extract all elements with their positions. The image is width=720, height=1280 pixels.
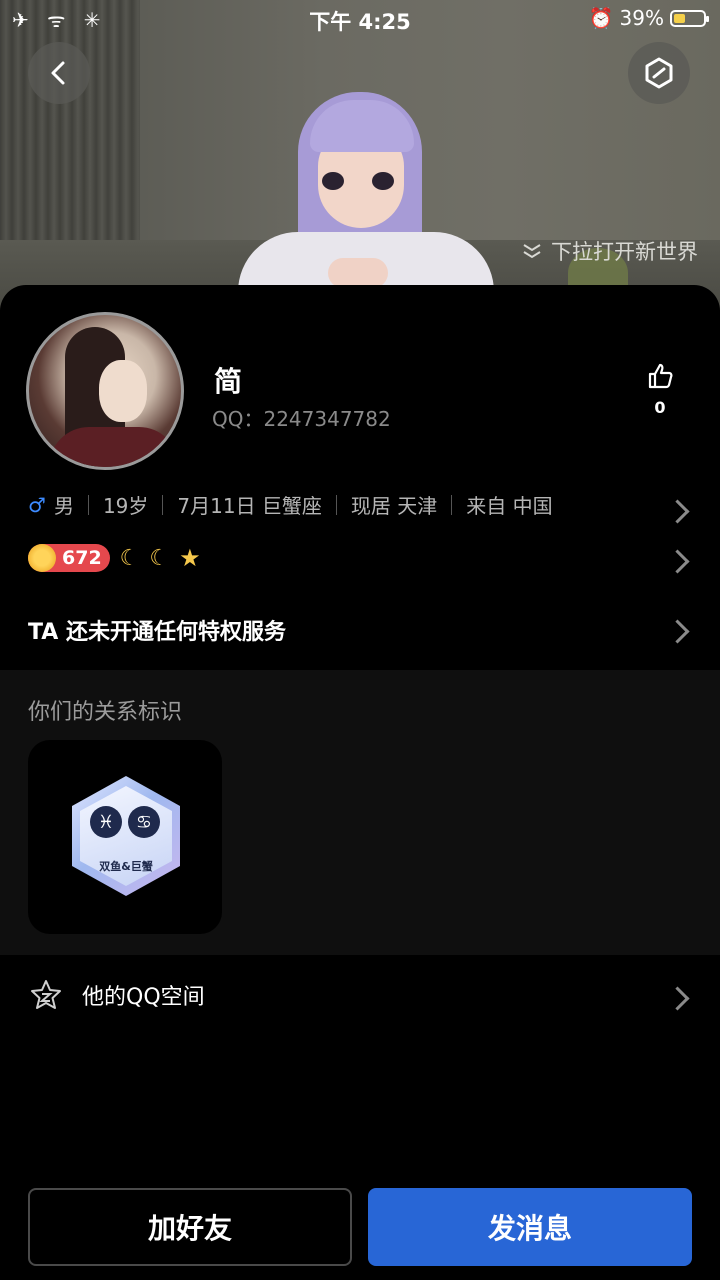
hometown: 来自 中国 xyxy=(466,494,553,518)
pull-down-hint-text: 下拉打开新世界 xyxy=(551,240,698,264)
birthday: 7月11日 巨蟹座 xyxy=(177,494,322,518)
double-chevron-down-icon xyxy=(523,244,541,259)
level-row[interactable]: 672 ☾ ☾ ★ xyxy=(28,544,201,572)
qzone-label: 他的QQ空间 xyxy=(82,985,205,1010)
coin-icon xyxy=(28,544,56,572)
privilege-text[interactable]: TA 还未开通任何特权服务 xyxy=(28,614,286,646)
profile-name: 简 xyxy=(214,365,243,398)
level-number: 672 xyxy=(62,547,102,569)
thumbs-up-icon xyxy=(648,363,673,389)
relation-badge-label: 双鱼&巨蟹 xyxy=(99,860,153,873)
pisces-icon: ♓ xyxy=(90,806,122,838)
qzone-entry[interactable]: 他的QQ空间 xyxy=(28,978,205,1012)
back-arrow-icon xyxy=(51,61,65,85)
alarm-icon: ⏰ xyxy=(588,6,614,30)
moon-icon: ☾ xyxy=(119,545,140,571)
qq-number[interactable]: QQ：2247347782 xyxy=(212,403,391,432)
level-badge: 672 xyxy=(28,544,110,572)
avatar-figure-eye xyxy=(372,172,394,190)
cancer-icon: ♋ xyxy=(128,806,160,838)
age: 19岁 xyxy=(102,494,149,518)
like-button[interactable]: 0 xyxy=(640,362,680,417)
more-button[interactable] xyxy=(628,42,690,104)
avatar-figure-eye xyxy=(322,172,344,190)
like-count: 0 xyxy=(654,398,666,417)
send-message-button[interactable]: 发消息 xyxy=(368,1188,692,1266)
add-friend-button[interactable]: 加好友 xyxy=(28,1188,352,1266)
avatar[interactable] xyxy=(26,312,184,470)
status-right: ⏰ 39% xyxy=(588,6,709,30)
qzone-star-icon xyxy=(31,980,61,1009)
hexagon-icon xyxy=(645,57,673,89)
star-icon: ★ xyxy=(179,544,201,572)
gender: 男 xyxy=(53,494,74,518)
status-bar: ✈ ᯤ ✳ 下午 4:25 ⏰ 39% xyxy=(0,0,720,36)
battery-icon xyxy=(670,9,709,27)
pull-down-hint[interactable]: 下拉打开新世界 xyxy=(521,236,698,266)
avatar-figure-hands xyxy=(328,258,388,288)
male-icon: ♂ xyxy=(28,492,46,517)
back-button[interactable] xyxy=(28,42,90,104)
moon-icon: ☾ xyxy=(149,545,170,571)
battery-percent: 39% xyxy=(619,6,664,30)
residence: 现居 天津 xyxy=(350,494,438,518)
profile-info-row[interactable]: ♂ 男 19岁 7月11日 巨蟹座 现居 天津 来自 中国 xyxy=(28,490,553,519)
relation-title: 你们的关系标识 xyxy=(28,700,183,725)
